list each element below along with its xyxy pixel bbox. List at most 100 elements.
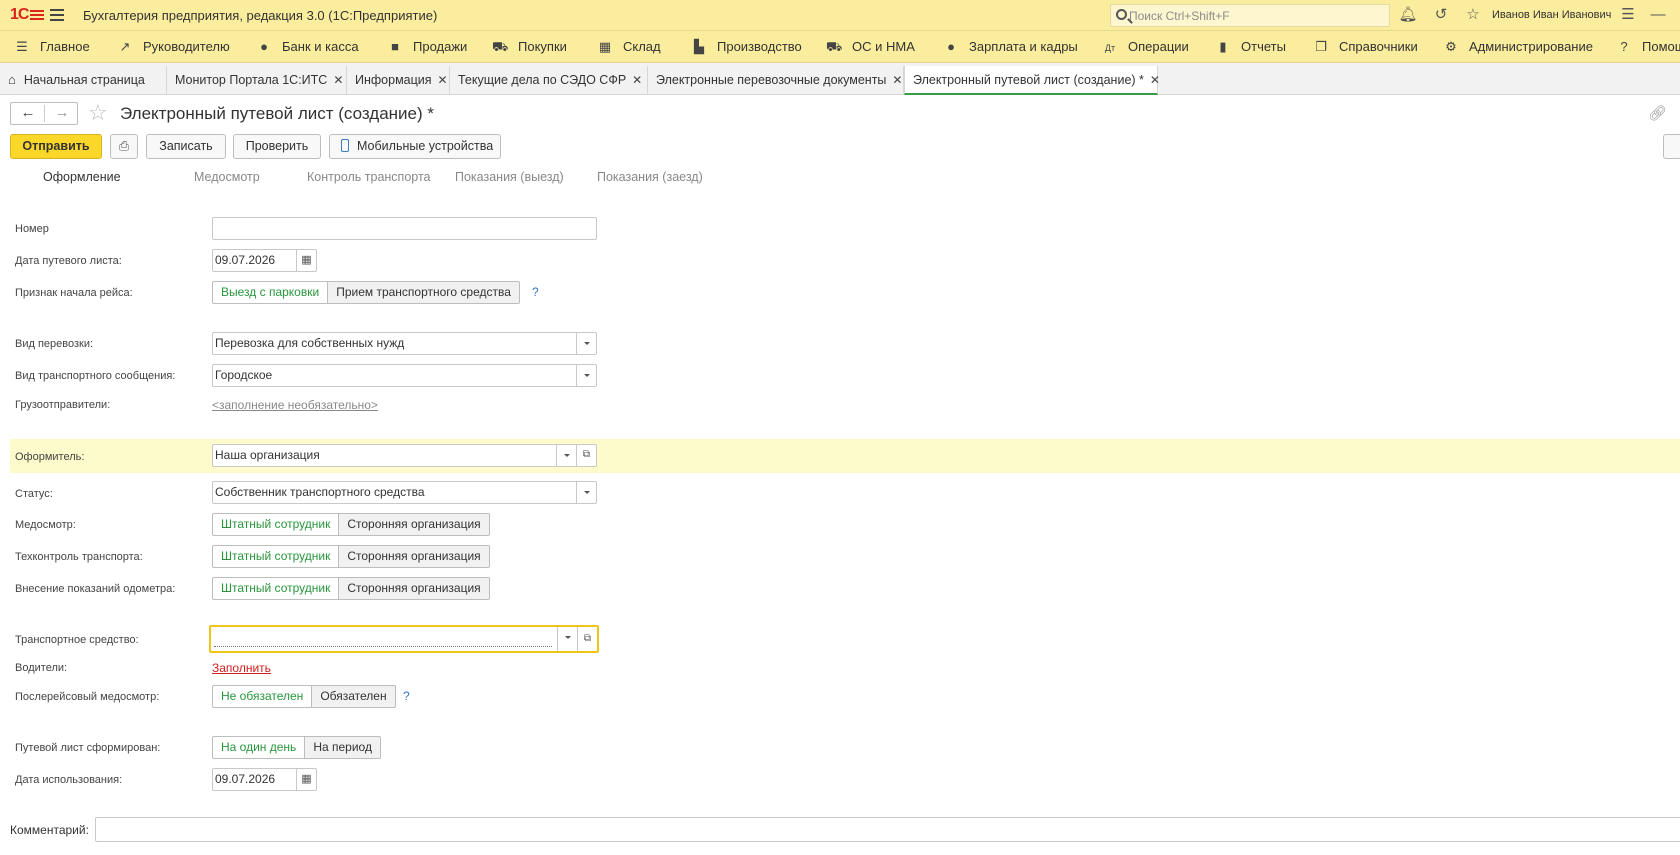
option-required[interactable]: Обязателен (312, 686, 394, 707)
status-select[interactable]: Собственник транспортного средства (212, 481, 597, 504)
more-actions-button[interactable] (1663, 134, 1680, 159)
option-third-party[interactable]: Сторонняя организация (339, 578, 488, 599)
chevron-down-icon[interactable] (576, 333, 596, 354)
fill-drivers-link[interactable]: Заполнить (212, 661, 271, 675)
coin-icon: ● (260, 39, 268, 54)
chevron-down-icon[interactable] (576, 482, 596, 503)
subtab-transport-control[interactable]: Контроль транспорта (307, 170, 431, 184)
date-input[interactable]: 09.07.2026 ▦ (212, 249, 317, 272)
tab-sedo[interactable]: Текущие дела по СЭДО СФР ✕ (450, 66, 648, 95)
mobile-devices-button[interactable]: Мобильные устройства (329, 134, 501, 159)
calendar-icon[interactable]: ▦ (296, 769, 316, 790)
global-search[interactable] (1110, 4, 1390, 27)
shippers-link[interactable]: <заполнение необязательно> (212, 398, 378, 412)
tab-label: Информация (355, 73, 432, 87)
chevron-down-icon[interactable] (557, 627, 577, 651)
back-arrow-icon[interactable]: ← (11, 103, 45, 124)
settings-icon[interactable]: ☰ (1618, 5, 1638, 25)
menu-item-main[interactable]: ☰ Главное (14, 31, 90, 63)
close-icon[interactable]: ✕ (632, 73, 642, 87)
select-value: Перевозка для собственных нужд (215, 336, 405, 350)
app-logo[interactable]: 1С (10, 6, 45, 24)
subtab-readings-out[interactable]: Показания (выезд) (455, 170, 564, 184)
option-not-required[interactable]: Не обязателен (213, 686, 313, 707)
option-one-day[interactable]: На один день (213, 737, 306, 758)
bell-icon[interactable]: 🔔︎ (1398, 5, 1418, 25)
menu-item-reports[interactable]: ▮ Отчеты (1215, 31, 1286, 63)
hamburger-icon: ☰ (16, 39, 28, 54)
tab-its-monitor[interactable]: Монитор Портала 1С:ИТС ✕ (167, 66, 347, 95)
menu-label: Покупки (518, 39, 567, 54)
send-button[interactable]: Отправить (10, 134, 102, 159)
date-value: 09.07.2026 (215, 253, 276, 267)
tab-home[interactable]: ⌂ Начальная страница (0, 66, 167, 95)
option-vehicle-accept[interactable]: Прием транспортного средства (328, 282, 519, 303)
menu-item-purchases[interactable]: ⛟ Покупки (492, 31, 567, 63)
option-third-party[interactable]: Сторонняя организация (339, 546, 488, 567)
favorite-star-icon[interactable]: ☆ (88, 100, 108, 126)
transport-message-label: Вид транспортного сообщения: (15, 370, 176, 382)
menu-item-operations[interactable]: Дт Операции (1102, 31, 1189, 63)
option-staff[interactable]: Штатный сотрудник (213, 514, 340, 535)
close-icon[interactable]: ✕ (333, 73, 343, 87)
drivers-label: Водители: (15, 662, 68, 674)
transport-message-select[interactable]: Городское (212, 364, 597, 387)
menu-item-bank[interactable]: ● Банк и касса (256, 31, 358, 63)
vehicle-select[interactable]: ⧉ (209, 625, 599, 653)
menu-label: Зарплата и кадры (969, 39, 1078, 54)
link-icon[interactable]: 🔗︎ (1648, 104, 1667, 122)
option-staff[interactable]: Штатный сотрудник (213, 578, 340, 599)
check-button[interactable]: Проверить (233, 134, 321, 159)
issuer-select[interactable]: Наша организация ⧉ (212, 444, 597, 467)
shippers-label: Грузоотправители: (15, 399, 111, 411)
option-parking-exit[interactable]: Выезд с парковки (213, 282, 329, 303)
subtab-medical[interactable]: Медосмотр (194, 170, 260, 184)
star-icon[interactable]: ☆ (1463, 5, 1483, 25)
use-date-input[interactable]: 09.07.2026 ▦ (212, 768, 317, 791)
tab-waybill-create[interactable]: Электронный путевой лист (создание) * ✕ (904, 66, 1160, 95)
minimize-icon[interactable]: — (1648, 5, 1668, 25)
date-label: Дата путевого листа: (15, 255, 122, 267)
tab-information[interactable]: Информация ✕ (347, 66, 450, 95)
transport-kind-select[interactable]: Перевозка для собственных нужд (212, 332, 597, 355)
tab-transport-docs[interactable]: Электронные перевозочные документы ✕ (648, 66, 904, 95)
number-input[interactable] (212, 217, 597, 240)
menu-item-production[interactable]: ▙ Производство (691, 31, 802, 63)
user-name[interactable]: Иванов Иван Иванович (1492, 9, 1611, 21)
save-button[interactable]: Записать (146, 134, 226, 159)
menu-item-sales[interactable]: ■ Продажи (387, 31, 467, 63)
option-period[interactable]: На период (305, 737, 380, 758)
close-icon[interactable]: ✕ (892, 73, 902, 87)
menu-item-admin[interactable]: ⚙ Администрирование (1443, 31, 1593, 63)
menu-item-salary[interactable]: ● Зарплата и кадры (943, 31, 1078, 63)
menu-item-warehouse[interactable]: ▦ Склад (597, 31, 661, 63)
print-button[interactable]: ⎙ (110, 134, 138, 159)
option-staff[interactable]: Штатный сотрудник (213, 546, 340, 567)
open-icon[interactable]: ⧉ (577, 627, 597, 651)
menu-item-catalogs[interactable]: ❐ Справочники (1313, 31, 1418, 63)
forward-arrow-icon[interactable]: → (45, 103, 79, 124)
subtab-design[interactable]: Оформление (43, 170, 121, 184)
help-icon[interactable]: ? (532, 285, 539, 299)
menu-item-assets[interactable]: ⛟ ОС и НМА (826, 31, 915, 63)
home-icon: ⌂ (8, 72, 16, 87)
search-input[interactable] (1129, 7, 1384, 24)
option-third-party[interactable]: Сторонняя организация (339, 514, 488, 535)
button-label: Мобильные устройства (357, 139, 494, 153)
main-menu-icon[interactable] (50, 9, 64, 11)
chevron-down-icon[interactable] (576, 365, 596, 386)
chevron-down-icon[interactable] (556, 445, 576, 466)
menu-item-help[interactable]: ? Помощь (1616, 31, 1680, 63)
calendar-icon[interactable]: ▦ (296, 250, 316, 271)
comment-input[interactable] (95, 817, 1680, 842)
question-icon: ? (1620, 39, 1628, 54)
tab-label: Монитор Портала 1С:ИТС (175, 73, 328, 87)
close-icon[interactable]: ✕ (438, 73, 448, 87)
open-icon[interactable]: ⧉ (576, 445, 596, 466)
subtab-readings-in[interactable]: Показания (заезд) (597, 170, 703, 184)
menu-item-manager[interactable]: ↗ Руководителю (117, 31, 230, 63)
close-icon[interactable]: ✕ (1150, 73, 1160, 87)
help-icon[interactable]: ? (403, 689, 410, 703)
use-date-label: Дата использования: (15, 774, 123, 786)
history-icon[interactable]: ↺ (1431, 5, 1451, 25)
